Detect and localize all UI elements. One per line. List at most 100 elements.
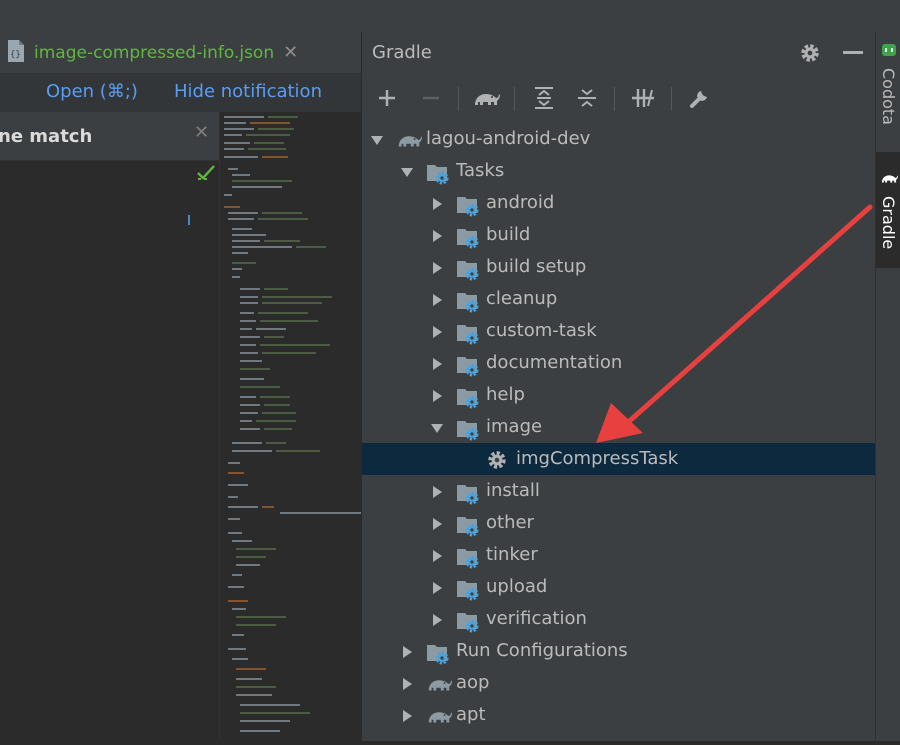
tree-row-label: Tasks bbox=[456, 160, 505, 181]
tree-row[interactable]: Run Configurations bbox=[362, 635, 876, 667]
editor-area: {} image-compressed-info.json ✕ Open (⌘;… bbox=[0, 32, 362, 741]
tree-row[interactable]: custom-task bbox=[362, 315, 876, 347]
hide-notification-link[interactable]: Hide notification bbox=[174, 81, 322, 102]
triangle-right-icon[interactable] bbox=[430, 388, 444, 407]
tree-row[interactable]: install bbox=[362, 475, 876, 507]
tree-row-label: lagou-android-dev bbox=[426, 128, 591, 149]
tree-row-label: cleanup bbox=[486, 288, 558, 309]
tree-row-label: build bbox=[486, 224, 531, 245]
triangle-down-icon[interactable] bbox=[430, 420, 444, 439]
tree-row[interactable]: verification bbox=[362, 603, 876, 635]
tree-row-label: documentation bbox=[486, 352, 623, 373]
tree-row[interactable]: help bbox=[362, 379, 876, 411]
tree-row[interactable]: tinker bbox=[362, 539, 876, 571]
folder-gear-icon bbox=[456, 545, 482, 573]
codota-icon bbox=[881, 42, 897, 62]
close-icon[interactable]: ✕ bbox=[194, 122, 209, 143]
folder-gear-icon bbox=[426, 161, 452, 189]
tree-row-label: custom-task bbox=[486, 320, 597, 341]
tree-row-label: imgCompressTask bbox=[516, 448, 679, 469]
remove-icon[interactable] bbox=[415, 76, 447, 120]
triangle-down-icon[interactable] bbox=[400, 164, 414, 183]
elephant-icon bbox=[396, 129, 422, 155]
tree-row-label: other bbox=[486, 512, 534, 533]
folder-gear-icon bbox=[456, 257, 482, 285]
tree-row[interactable]: apt bbox=[362, 699, 876, 731]
folder-gear-icon bbox=[456, 225, 482, 253]
tree-row-label: verification bbox=[486, 608, 587, 629]
tree-row-label: apt bbox=[456, 704, 486, 725]
gradle-header: Gradle bbox=[362, 32, 876, 74]
triangle-right-icon[interactable] bbox=[430, 356, 444, 375]
triangle-right-icon[interactable] bbox=[430, 260, 444, 279]
triangle-right-icon[interactable] bbox=[430, 484, 444, 503]
tree-row-label: android bbox=[486, 192, 555, 213]
folder-gear-icon bbox=[426, 641, 452, 669]
toolbar-separator bbox=[514, 87, 515, 111]
tree-row[interactable]: Tasks bbox=[362, 155, 876, 187]
toolbar-separator bbox=[458, 87, 459, 111]
collapse-all-icon[interactable] bbox=[571, 76, 603, 120]
triangle-right-icon[interactable] bbox=[430, 292, 444, 311]
tree-row[interactable]: android bbox=[362, 187, 876, 219]
json-file-icon: {} bbox=[6, 39, 26, 67]
window-top-bar bbox=[0, 0, 900, 33]
gradle-tab-label: Gradle bbox=[879, 196, 898, 250]
folder-gear-icon bbox=[456, 577, 482, 605]
triangle-right-icon[interactable] bbox=[430, 612, 444, 631]
triangle-down-icon[interactable] bbox=[370, 132, 384, 151]
close-icon[interactable]: ✕ bbox=[283, 42, 298, 63]
toggle-offline-icon[interactable] bbox=[627, 76, 659, 120]
find-result-label: ne match bbox=[0, 126, 93, 147]
tree-row[interactable]: other bbox=[362, 507, 876, 539]
tree-row[interactable]: image bbox=[362, 411, 876, 443]
triangle-right-icon[interactable] bbox=[430, 580, 444, 599]
folder-gear-icon bbox=[456, 609, 482, 637]
gear-icon bbox=[486, 449, 508, 475]
folder-gear-icon bbox=[456, 513, 482, 541]
tree-row[interactable]: imgCompressTask bbox=[362, 443, 876, 475]
open-link[interactable]: Open (⌘;) bbox=[46, 81, 138, 102]
wrench-icon[interactable] bbox=[684, 76, 716, 120]
triangle-right-icon[interactable] bbox=[430, 548, 444, 567]
triangle-right-icon[interactable] bbox=[400, 676, 414, 695]
elephant-icon[interactable] bbox=[470, 76, 502, 120]
triangle-right-icon[interactable] bbox=[430, 196, 444, 215]
codota-tab[interactable]: Codota bbox=[876, 42, 900, 152]
tree-row[interactable]: cleanup bbox=[362, 283, 876, 315]
minimize-icon[interactable] bbox=[843, 51, 863, 54]
tree-row[interactable]: build setup bbox=[362, 251, 876, 283]
triangle-right-icon[interactable] bbox=[430, 516, 444, 535]
tree-row[interactable]: aop bbox=[362, 667, 876, 699]
folder-gear-icon bbox=[456, 385, 482, 413]
folder-gear-icon bbox=[456, 193, 482, 221]
elephant-icon bbox=[426, 705, 452, 731]
triangle-right-icon[interactable] bbox=[430, 228, 444, 247]
elephant-icon bbox=[426, 673, 452, 699]
scroll-marker bbox=[188, 215, 190, 225]
tree-row[interactable]: documentation bbox=[362, 347, 876, 379]
triangle-right-icon[interactable] bbox=[430, 324, 444, 343]
triangle-right-icon[interactable] bbox=[400, 708, 414, 727]
right-tool-stripe: Codota Gradle bbox=[875, 32, 900, 741]
inspection-ok-icon[interactable] bbox=[196, 164, 216, 186]
tree-row[interactable]: lagou-android-dev bbox=[362, 123, 876, 155]
toolbar-separator bbox=[614, 87, 615, 111]
tree-row[interactable]: build bbox=[362, 219, 876, 251]
folder-gear-icon bbox=[456, 481, 482, 509]
tree-row-label: tinker bbox=[486, 544, 538, 565]
gradle-title: Gradle bbox=[372, 42, 432, 63]
tree-row[interactable]: upload bbox=[362, 571, 876, 603]
code-minimap[interactable] bbox=[219, 112, 362, 741]
editor-tab[interactable]: {} image-compressed-info.json ✕ bbox=[0, 32, 298, 73]
tree-row-label: install bbox=[486, 480, 540, 501]
gear-icon[interactable] bbox=[799, 42, 821, 68]
gradle-tab[interactable]: Gradle bbox=[876, 152, 900, 268]
expand-all-icon[interactable] bbox=[528, 76, 560, 120]
svg-text:{}: {} bbox=[10, 50, 21, 60]
add-icon[interactable] bbox=[371, 76, 403, 120]
folder-gear-icon bbox=[456, 417, 482, 445]
triangle-right-icon[interactable] bbox=[400, 644, 414, 663]
folder-gear-icon bbox=[456, 289, 482, 317]
tree-row-label: Run Configurations bbox=[456, 640, 628, 661]
